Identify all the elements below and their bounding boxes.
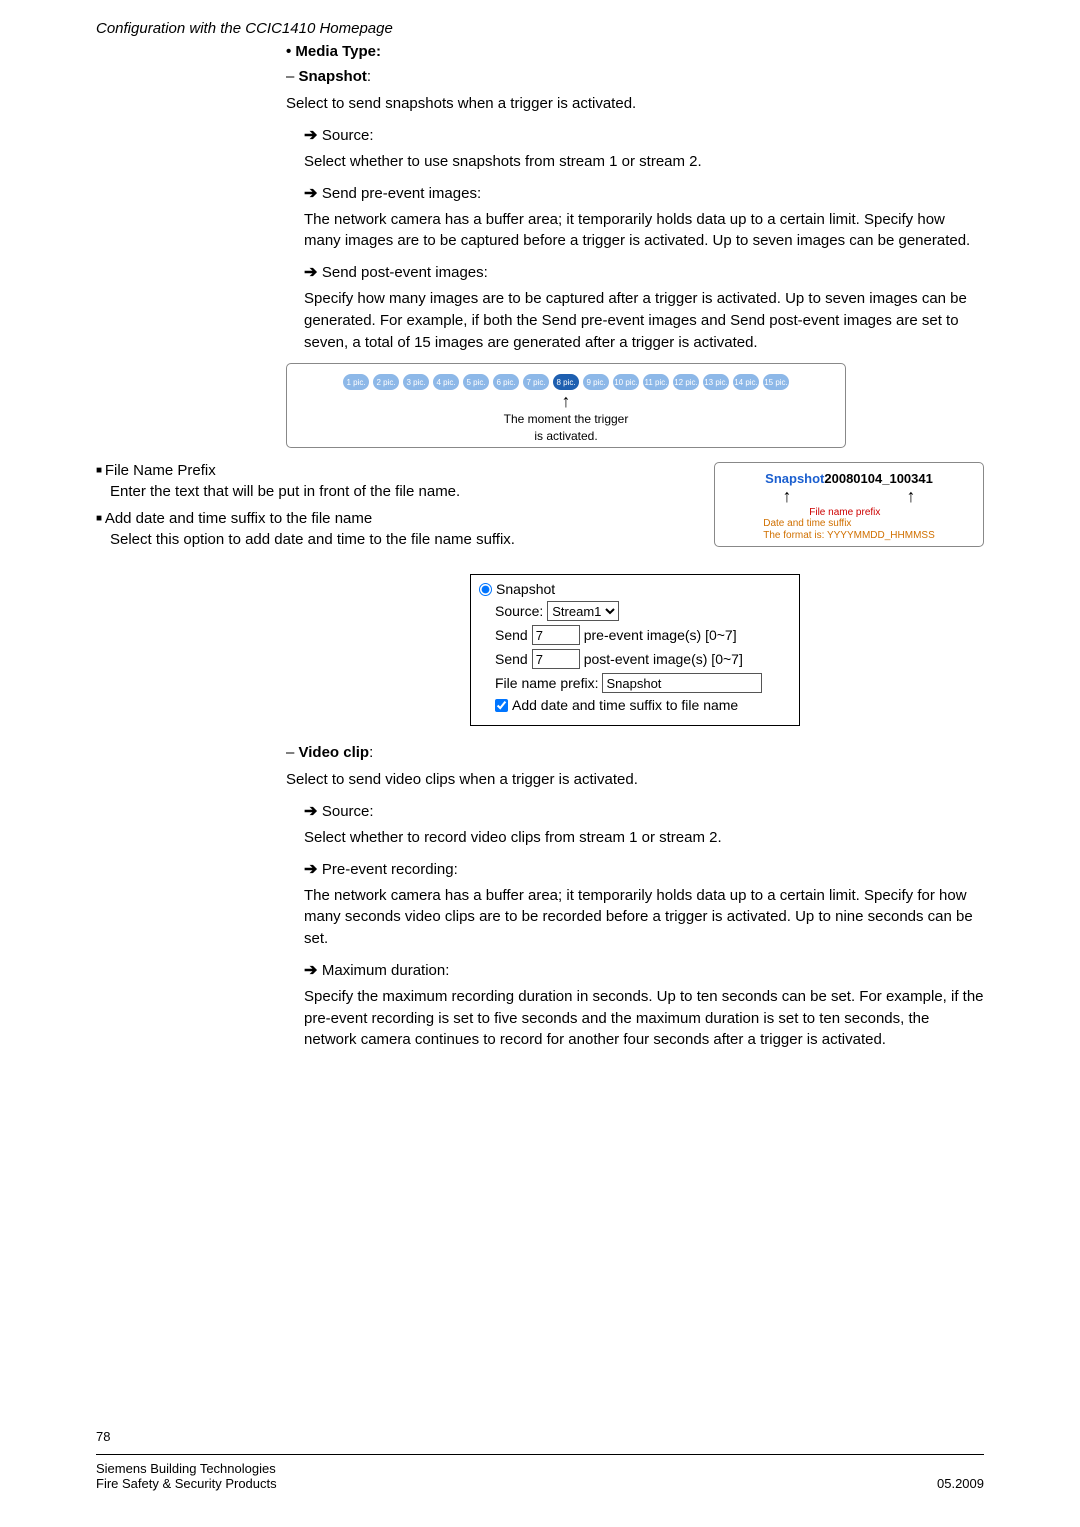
diagram-caption-2: is activated. [299,429,833,443]
diagram-arrow-icon: ↑ [299,392,833,410]
example-right-label-1: Date and time suffix [763,518,851,529]
snapshot-radio-label: Snapshot [496,581,555,597]
up-arrow-icon: ↑ [907,486,916,507]
page-footer: 78 Siemens Building Technologies Fire Sa… [96,1429,984,1491]
date-suffix-desc: Select this option to add date and time … [110,531,704,548]
snapshot-heading: – Snapshot: [286,68,984,85]
page-number: 78 [96,1429,984,1444]
diagram-pic: 2 pic. [373,374,399,390]
videoclip-source-label: Source: [304,801,984,821]
snapshot-source-label: Source: [304,125,984,145]
snapshot-postevent-label: Send post-event images: [304,262,984,282]
diagram-pic: 7 pic. [523,374,549,390]
form-datesuffix-checkbox[interactable] [495,699,508,712]
diagram-pic: 3 pic. [403,374,429,390]
form-postevent-input[interactable] [532,649,580,669]
videoclip-prerec-label: Pre-event recording: [304,859,984,879]
videoclip-maxdur-desc: Specify the maximum recording duration i… [304,986,984,1051]
media-type-heading: Media Type: [286,43,984,60]
form-send-label-1: Send [495,627,528,643]
example-prefix-black: 20080104_100341 [824,471,932,486]
example-left-label: File name prefix [809,507,880,518]
trigger-diagram: 1 pic.2 pic.3 pic.4 pic.5 pic.6 pic.7 pi… [286,363,846,448]
up-arrow-icon: ↑ [783,486,792,507]
footer-left-2: Fire Safety & Security Products [96,1476,277,1491]
diagram-pic: 11 pic. [643,374,669,390]
videoclip-heading: – Video clip: [286,744,984,761]
footer-left-1: Siemens Building Technologies [96,1461,276,1476]
form-source-select[interactable]: Stream1 [547,601,619,621]
videoclip-prerec-desc: The network camera has a buffer area; it… [304,885,984,950]
diagram-pic: 12 pic. [673,374,699,390]
filename-example-box: Snapshot20080104_100341 ↑ ↑ File name pr… [714,462,984,547]
form-preevent-suffix: pre-event image(s) [0~7] [584,627,737,643]
diagram-pic: 8 pic. [553,374,579,390]
diagram-pic: 5 pic. [463,374,489,390]
snapshot-radio[interactable] [479,583,492,596]
diagram-pic: 10 pic. [613,374,639,390]
snapshot-preevent-desc: The network camera has a buffer area; it… [304,209,984,253]
diagram-caption-1: The moment the trigger [299,412,833,426]
form-source-label: Source: [495,603,543,619]
form-datesuffix-label: Add date and time suffix to file name [512,697,738,713]
diagram-pic: 6 pic. [493,374,519,390]
page-header: Configuration with the CCIC1410 Homepage [96,20,984,37]
diagram-pic: 4 pic. [433,374,459,390]
file-prefix-title: File Name Prefix [96,462,704,479]
date-suffix-title: Add date and time suffix to the file nam… [96,510,704,527]
file-prefix-desc: Enter the text that will be put in front… [110,483,704,500]
videoclip-intro: Select to send video clips when a trigge… [286,769,984,791]
diagram-pic: 14 pic. [733,374,759,390]
form-prefix-label: File name prefix: [495,675,598,691]
snapshot-postevent-desc: Specify how many images are to be captur… [304,288,984,353]
form-preevent-input[interactable] [532,625,580,645]
videoclip-source-desc: Select whether to record video clips fro… [304,827,984,849]
videoclip-maxdur-label: Maximum duration: [304,960,984,980]
example-right-label-2: The format is: YYYYMMDD_HHMMSS [763,530,935,541]
form-prefix-input[interactable] [602,673,762,693]
snapshot-intro: Select to send snapshots when a trigger … [286,93,984,115]
diagram-pic: 9 pic. [583,374,609,390]
snapshot-form: Snapshot Source: Stream1 Send pre-event … [470,574,800,726]
diagram-pic: 15 pic. [763,374,789,390]
diagram-pic: 1 pic. [343,374,369,390]
snapshot-source-desc: Select whether to use snapshots from str… [304,151,984,173]
form-send-label-2: Send [495,651,528,667]
diagram-pic: 13 pic. [703,374,729,390]
snapshot-preevent-label: Send pre-event images: [304,183,984,203]
footer-right: 05.2009 [937,1476,984,1491]
form-postevent-suffix: post-event image(s) [0~7] [584,651,743,667]
example-prefix-blue: Snapshot [765,471,824,486]
